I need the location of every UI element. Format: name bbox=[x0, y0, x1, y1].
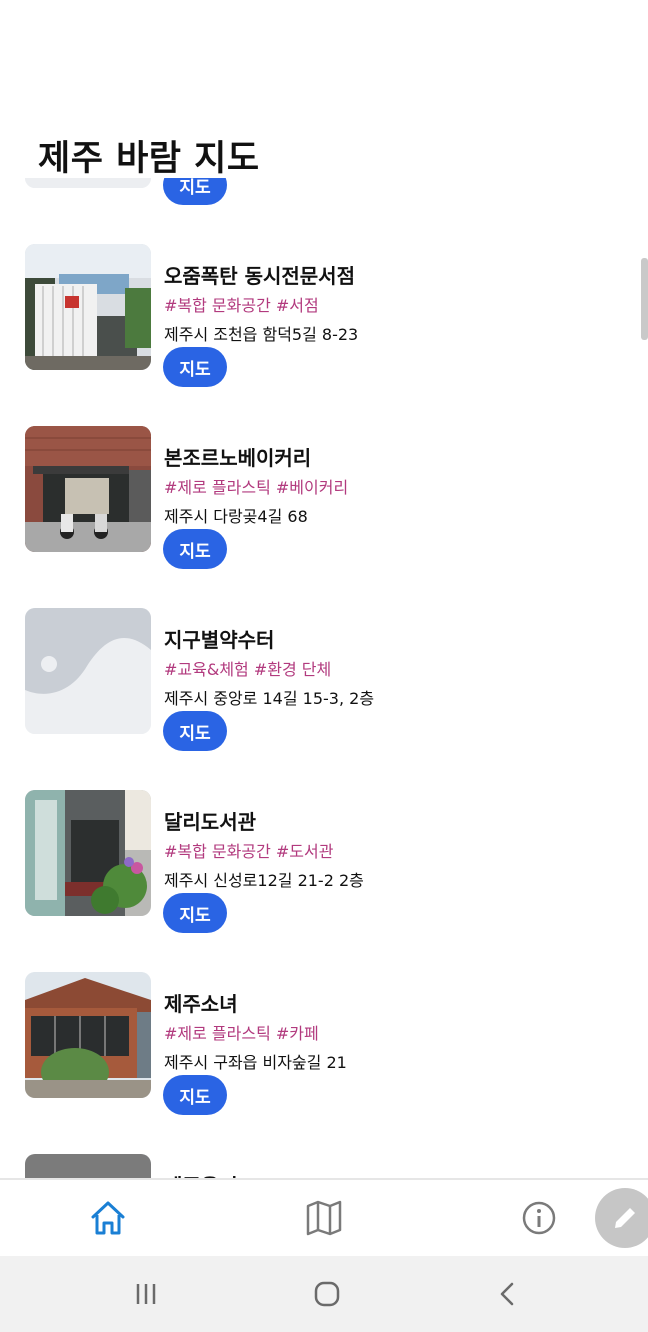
place-tags: #제로 플라스틱 #베이커리 bbox=[164, 478, 349, 497]
place-tags: #교육&체험 #환경 단체 bbox=[164, 660, 332, 679]
home-icon[interactable] bbox=[86, 1196, 130, 1240]
list-item[interactable]: 달리도서관 #복합 문화공간 #도서관 제주시 신성로12길 21-2 2층 지… bbox=[0, 790, 648, 972]
back-chevron-icon[interactable] bbox=[492, 1278, 524, 1310]
place-name: 제주용기 bbox=[164, 1170, 238, 1178]
list-item[interactable]: 본조르노베이커리 #제로 플라스틱 #베이커리 제주시 다랑곶4길 68 지도 bbox=[0, 426, 648, 608]
place-thumbnail bbox=[25, 1154, 151, 1178]
place-name: 제주소녀 bbox=[164, 992, 238, 1016]
home-circle-icon[interactable] bbox=[311, 1278, 343, 1310]
bakery-photo bbox=[25, 426, 151, 552]
place-list[interactable]: 지도 오줌폭탄 동시전문서점 #복합 문화공간 #서점 제주시 조천읍 함덕5길… bbox=[0, 178, 648, 1178]
list-item[interactable]: 지도 bbox=[0, 178, 648, 244]
map-button[interactable]: 지도 bbox=[163, 347, 227, 387]
place-address: 제주시 신성로12길 21-2 2층 bbox=[164, 871, 364, 890]
list-item[interactable]: 오줌폭탄 동시전문서점 #복합 문화공간 #서점 제주시 조천읍 함덕5길 8-… bbox=[0, 244, 648, 426]
library-photo bbox=[25, 790, 151, 916]
place-address: 제주시 다랑곶4길 68 bbox=[164, 507, 308, 526]
cafe-photo bbox=[25, 972, 151, 1098]
map-button[interactable]: 지도 bbox=[163, 529, 227, 569]
place-name: 본조르노베이커리 bbox=[164, 446, 312, 470]
page-title: 제주 바람 지도 bbox=[38, 139, 260, 179]
map-button[interactable]: 지도 bbox=[163, 893, 227, 933]
map-button[interactable]: 지도 bbox=[163, 1075, 227, 1115]
place-tags: #제로 플라스틱 #카페 bbox=[164, 1024, 319, 1043]
map-icon[interactable] bbox=[302, 1196, 346, 1240]
info-icon[interactable] bbox=[517, 1196, 561, 1240]
bookstore-photo bbox=[25, 244, 151, 370]
map-button[interactable]: 지도 bbox=[163, 711, 227, 751]
place-address: 제주시 중앙로 14길 15-3, 2층 bbox=[164, 689, 375, 708]
place-name: 지구별약수터 bbox=[164, 628, 275, 652]
place-thumbnail bbox=[25, 178, 151, 188]
bottom-navigation bbox=[0, 1178, 648, 1256]
place-address: 제주시 구좌읍 비자숲길 21 bbox=[164, 1053, 347, 1072]
place-tags: #복합 문화공간 #도서관 bbox=[164, 842, 334, 861]
place-name: 달리도서관 bbox=[164, 810, 256, 834]
place-name: 오줌폭탄 동시전문서점 bbox=[164, 264, 355, 288]
map-button[interactable]: 지도 bbox=[163, 178, 227, 205]
scrollbar[interactable] bbox=[641, 258, 648, 340]
image-placeholder-icon bbox=[25, 608, 151, 734]
pencil-icon[interactable] bbox=[595, 1188, 648, 1248]
system-navigation-bar bbox=[0, 1256, 648, 1332]
list-item[interactable]: 지구별약수터 #교육&체험 #환경 단체 제주시 중앙로 14길 15-3, 2… bbox=[0, 608, 648, 790]
place-tags: #복합 문화공간 #서점 bbox=[164, 296, 319, 315]
list-item[interactable]: 제주소녀 #제로 플라스틱 #카페 제주시 구좌읍 비자숲길 21 지도 bbox=[0, 972, 648, 1154]
place-address: 제주시 조천읍 함덕5길 8-23 bbox=[164, 325, 359, 344]
recent-apps-icon[interactable] bbox=[130, 1278, 162, 1310]
list-item[interactable]: 제주용기 bbox=[0, 1154, 648, 1178]
